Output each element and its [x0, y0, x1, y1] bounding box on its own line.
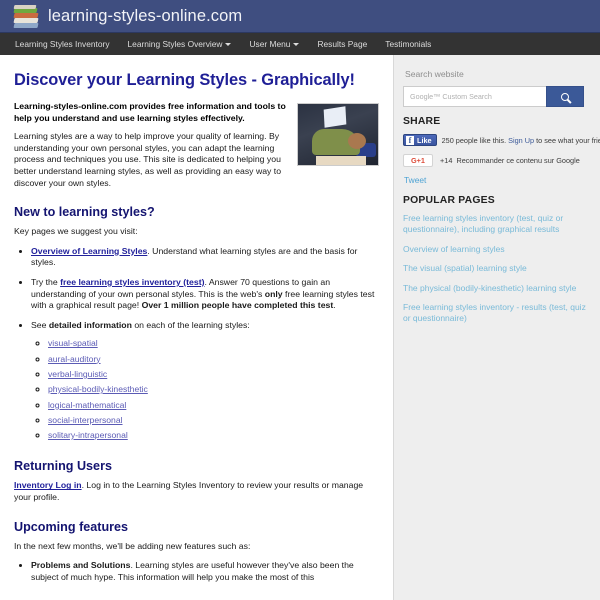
list-item: verbal-linguistic	[48, 367, 379, 382]
nav-item-user-menu[interactable]: User Menu	[240, 33, 308, 55]
share-heading: SHARE	[403, 116, 441, 127]
list-item: visual-spatial	[48, 336, 379, 351]
search-row: Google™ Custom Search	[403, 86, 584, 107]
link-verbal-linguistic[interactable]: verbal-linguistic	[48, 369, 107, 379]
bullet-text-before: Try the	[31, 276, 61, 287]
search-button[interactable]	[546, 86, 584, 107]
link-logical-mathematical[interactable]: logical-mathematical	[48, 400, 126, 410]
heading-upcoming-features: Upcoming features	[14, 519, 129, 534]
site-title: learning-styles-online.com	[48, 6, 243, 25]
googleplus-caption: +14 Recommander ce contenu sur Google	[440, 156, 580, 165]
nav-item-testimonials[interactable]: Testimonials	[376, 33, 440, 55]
search-input[interactable]: Google™ Custom Search	[403, 86, 546, 107]
nav-label: Results Page	[317, 39, 368, 49]
facebook-f-icon: f	[406, 135, 414, 145]
nav-label: User Menu	[249, 39, 291, 49]
link-visual-spatial[interactable]: visual-spatial	[48, 338, 98, 348]
page-title: Discover your Learning Styles - Graphica…	[14, 71, 355, 89]
facebook-like-button[interactable]: f Like	[403, 134, 437, 146]
bullet-text-before: See	[31, 319, 49, 330]
list-item: See detailed information on each of the …	[31, 320, 379, 444]
link-aural-auditory[interactable]: aural-auditory	[48, 354, 101, 364]
magnifier-icon	[561, 92, 569, 101]
heading-new-to-learning-styles: New to learning styles?	[14, 205, 155, 220]
returning-users-paragraph: Inventory Log in. Log in to the Learning…	[14, 480, 379, 503]
nav-item-learning-styles-overview[interactable]: Learning Styles Overview	[119, 33, 241, 55]
upcoming-features-list: Problems and Solutions. Learning styles …	[14, 560, 379, 583]
nav-item-learning-styles-inventory[interactable]: Learning Styles Inventory	[6, 33, 119, 55]
chevron-down-icon	[225, 43, 232, 47]
list-item: logical-mathematical	[48, 398, 379, 413]
facebook-like-caption: 250 people like this. Sign Up to see wha…	[442, 136, 600, 145]
list-item: Overview of Learning Styles. Understand …	[31, 246, 379, 269]
facebook-caption-rest: to see what your friends lik	[536, 135, 600, 145]
site-header: learning-styles-online.com	[0, 0, 600, 33]
link-social-interpersonal[interactable]: social-interpersonal	[48, 415, 123, 425]
sidebar: Search website Google™ Custom Search SHA…	[393, 55, 600, 600]
nav-label: Testimonials	[385, 39, 432, 49]
facebook-like-count: 250 people like this.	[441, 135, 507, 145]
main-navigation: Learning Styles Inventory Learning Style…	[0, 33, 600, 55]
popular-link-visual-spatial[interactable]: The visual (spatial) learning style	[403, 263, 586, 274]
googleplus-share-row: G+1 +14 Recommander ce contenu sur Googl…	[403, 154, 600, 167]
heading-returning-users: Returning Users	[14, 459, 112, 474]
googleplus-caption-text: Recommander ce contenu sur Google	[456, 156, 580, 165]
list-item: aural-auditory	[48, 352, 379, 367]
bullet-emphasis-million: Over 1 million people have completed thi…	[141, 300, 334, 311]
key-pages-list: Overview of Learning Styles. Understand …	[14, 246, 379, 444]
googleplus-count: +14	[440, 156, 453, 165]
bullet-emphasis-problems-and-solutions: Problems and Solutions	[31, 560, 131, 571]
bullet-emphasis-only: only	[264, 288, 283, 299]
main-content: Discover your Learning Styles - Graphica…	[0, 55, 393, 600]
list-item: Try the free learning styles inventory (…	[31, 277, 379, 312]
list-item: Problems and Solutions. Learning styles …	[31, 560, 379, 583]
nav-label: Learning Styles Overview	[127, 39, 223, 49]
facebook-share-row: f Like 250 people like this. Sign Up to …	[403, 134, 600, 146]
search-label: Search website	[405, 69, 464, 79]
link-solitary-intrapersonal[interactable]: solitary-intrapersonal	[48, 430, 128, 440]
learning-style-links-list: visual-spatial aural-auditory verbal-lin…	[31, 336, 379, 443]
facebook-signup-link[interactable]: Sign Up	[508, 136, 534, 145]
upcoming-features-intro: In the next few months, we'll be adding …	[14, 540, 251, 551]
list-item: Free learning styles inventory (test, qu…	[403, 213, 586, 236]
bullet-emphasis-detailed-information: detailed information	[48, 319, 132, 330]
popular-pages-list: Free learning styles inventory (test, qu…	[403, 213, 600, 325]
link-overview-of-learning-styles[interactable]: Overview of Learning Styles	[31, 246, 147, 256]
facebook-like-label: Like	[417, 135, 432, 145]
list-item: The visual (spatial) learning style	[403, 263, 586, 274]
key-pages-intro: Key pages we suggest you visit:	[14, 226, 138, 237]
link-physical-bodily-kinesthetic[interactable]: physical-bodily-kinesthetic	[48, 384, 148, 394]
link-free-learning-styles-inventory[interactable]: free learning styles inventory (test)	[60, 277, 204, 287]
tweet-button[interactable]: Tweet	[404, 175, 600, 185]
stacked-books-icon	[13, 4, 40, 28]
popular-link-inventory-graphical[interactable]: Free learning styles inventory (test, qu…	[403, 213, 586, 236]
bullet-text-after: on each of the learning styles:	[131, 319, 250, 330]
page-wrapper: Discover your Learning Styles - Graphica…	[0, 55, 600, 600]
popular-link-inventory-results[interactable]: Free learning styles inventory - results…	[403, 302, 586, 325]
nav-item-results-page[interactable]: Results Page	[308, 33, 376, 55]
link-inventory-log-in[interactable]: Inventory Log in	[14, 480, 82, 490]
chevron-down-icon	[293, 43, 300, 47]
nav-label: Learning Styles Inventory	[15, 39, 110, 49]
child-reading-photo	[297, 103, 379, 166]
list-item: The physical (bodily-kinesthetic) learni…	[403, 283, 586, 294]
popular-pages-heading: POPULAR PAGES	[403, 195, 495, 206]
popular-link-physical-kinesthetic[interactable]: The physical (bodily-kinesthetic) learni…	[403, 283, 586, 294]
googleplus-one-button[interactable]: G+1	[403, 154, 433, 167]
popular-link-overview[interactable]: Overview of learning styles	[403, 244, 586, 255]
list-item: physical-bodily-kinesthetic	[48, 382, 379, 397]
list-item: Overview of learning styles	[403, 244, 586, 255]
list-item: solitary-intrapersonal	[48, 428, 379, 443]
bullet-text-end: .	[333, 300, 336, 311]
list-item: Free learning styles inventory - results…	[403, 302, 586, 325]
list-item: social-interpersonal	[48, 413, 379, 428]
intro-section: Learning-styles-online.com provides free…	[14, 101, 379, 189]
googleplus-icon: G+1	[411, 156, 425, 165]
